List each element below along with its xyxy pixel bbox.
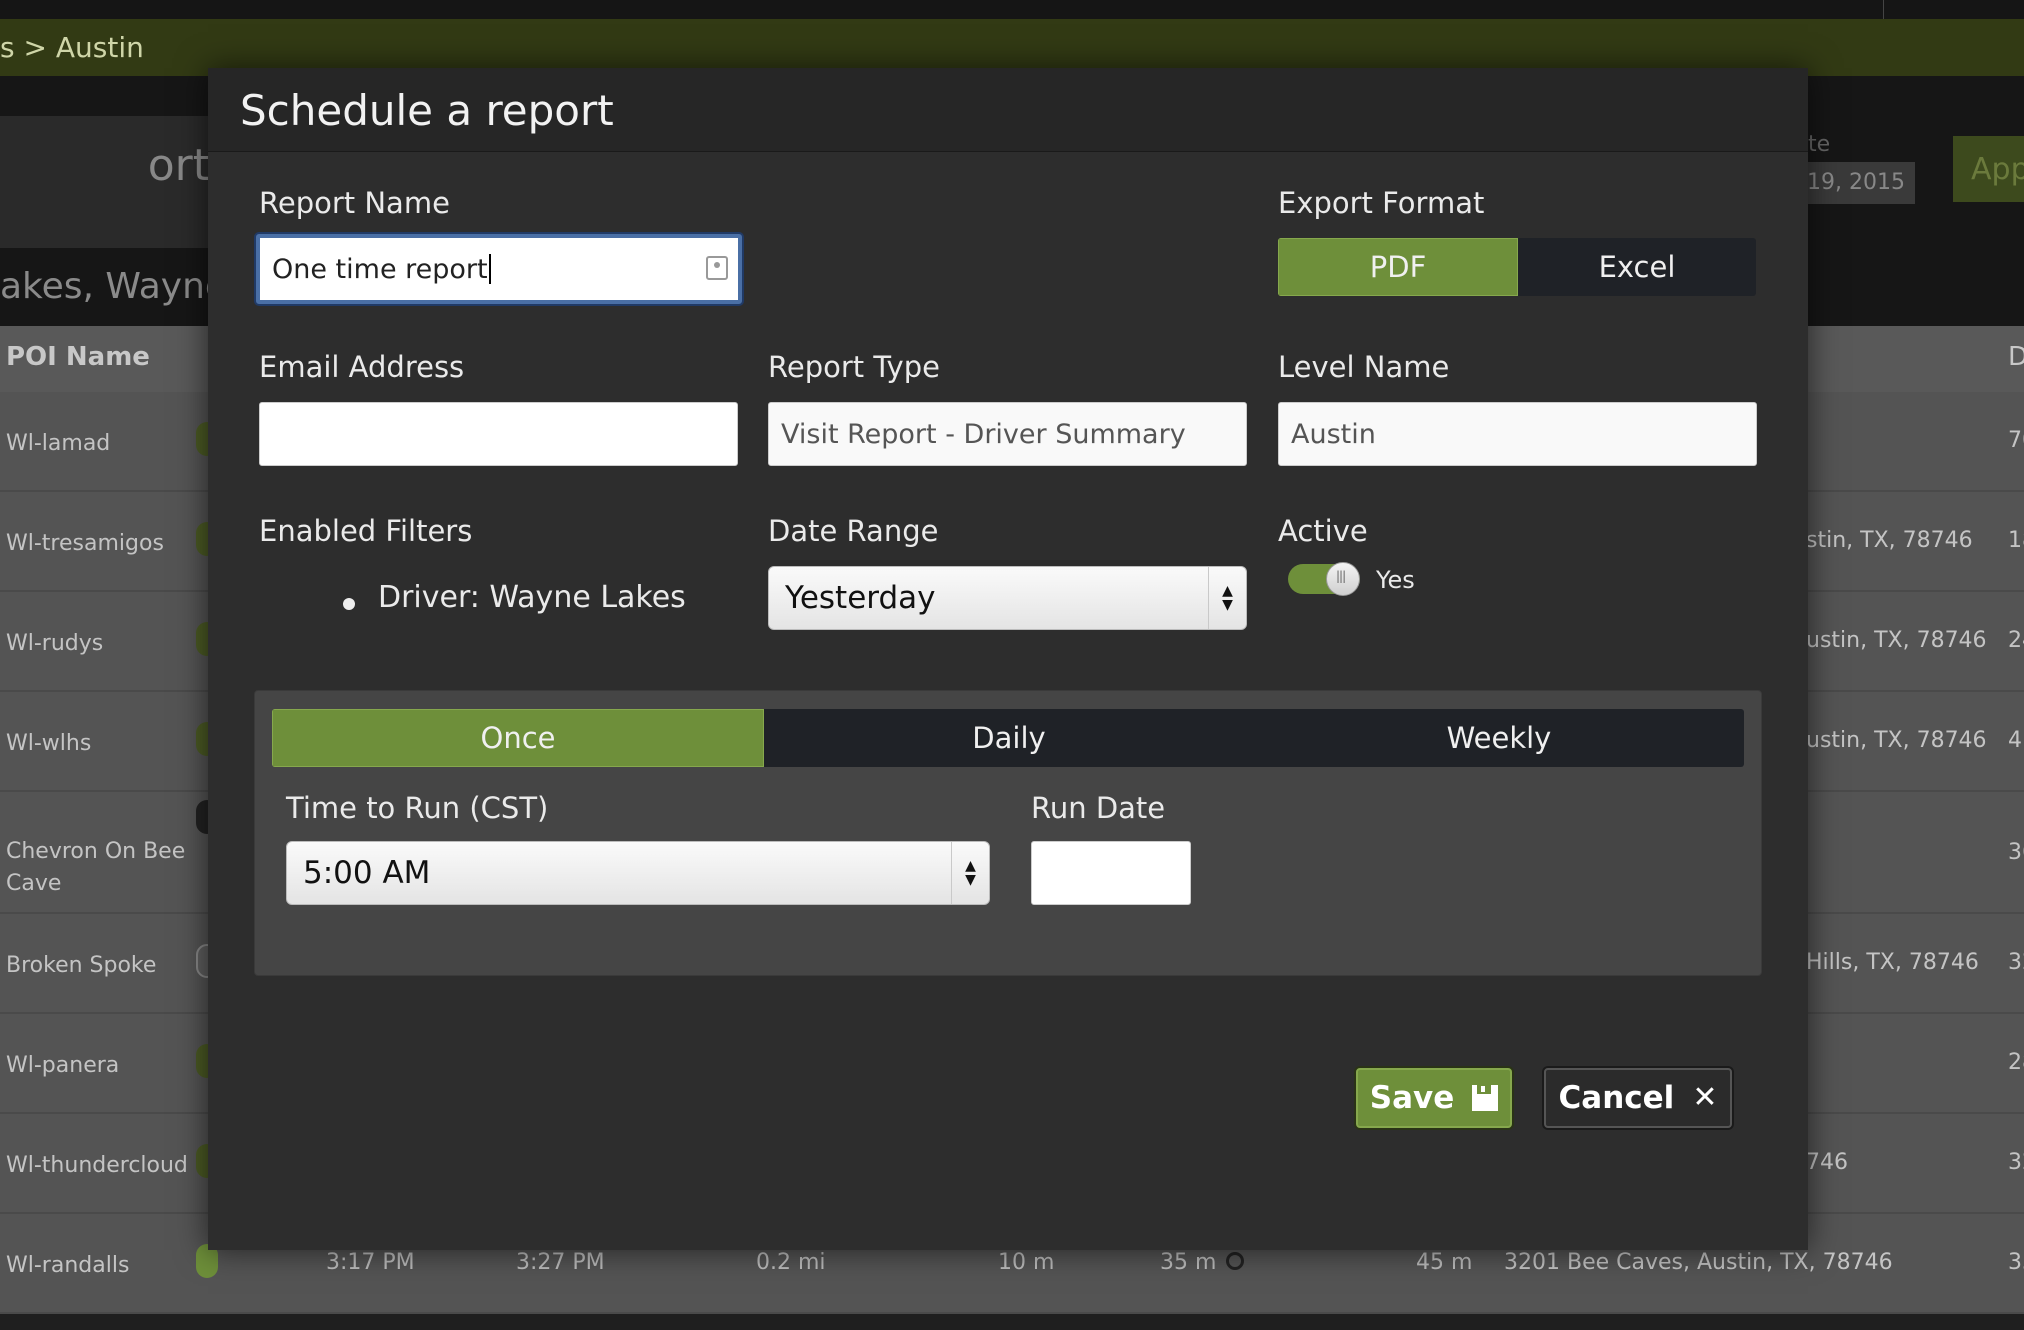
dialog-title: Schedule a report (240, 86, 614, 135)
stay-time: 45 m (1416, 1250, 1473, 1275)
poi-address: ustin, TX, 78746 (1806, 628, 1987, 653)
toggle-knob (1326, 562, 1360, 596)
active-value: Yes (1376, 566, 1415, 594)
poi-name: Broken Spoke (6, 953, 157, 978)
user-menu[interactable] (1883, 0, 1944, 19)
frequency-tabs: Once Daily Weekly (272, 709, 1744, 767)
column-header-poi-name[interactable]: POI Name (6, 342, 150, 372)
contact-card-icon[interactable] (706, 256, 728, 280)
row-value: 24 (2008, 628, 2024, 653)
date-range-select[interactable]: Yesterday ▲ ▼ (768, 566, 1247, 630)
apply-button[interactable]: App (1953, 136, 2024, 202)
time-to-run-label: Time to Run (CST) (286, 791, 549, 825)
save-label: Save (1369, 1080, 1455, 1116)
report-type-label: Report Type (768, 350, 940, 384)
poi-name: Wl-tresamigos (6, 531, 164, 556)
export-format-toggle: PDF Excel (1278, 238, 1756, 296)
select-arrows-icon: ▲ ▼ (951, 842, 989, 904)
poi-name: Wl-rudys (6, 631, 104, 656)
page-title-panel: ort (0, 116, 210, 250)
report-name-label: Report Name (259, 186, 450, 220)
email-address-label: Email Address (259, 350, 465, 384)
floppy-disk-icon (1472, 1085, 1499, 1111)
group-label: akes, Wayne (0, 266, 228, 307)
run-date-input[interactable] (1031, 841, 1191, 905)
row-value: 32 (2008, 950, 2024, 975)
status-dot-icon (1226, 1252, 1244, 1270)
row-value: 18 (2008, 528, 2024, 553)
tab-once[interactable]: Once (272, 709, 764, 767)
export-pdf-option[interactable]: PDF (1278, 238, 1518, 296)
email-address-input[interactable] (259, 402, 738, 466)
tab-weekly[interactable]: Weekly (1254, 709, 1744, 767)
level-name-label: Level Name (1278, 350, 1450, 384)
export-excel-option[interactable]: Excel (1518, 238, 1756, 296)
column-header-last[interactable]: D (2008, 342, 2024, 372)
page-title: ort (147, 140, 210, 191)
row-value: 41 (2008, 728, 2024, 753)
schedule-report-dialog: Schedule a report Report Name One time r… (208, 68, 1808, 1250)
text-cursor (488, 254, 491, 284)
arrive-time: 3:17 PM (326, 1250, 415, 1275)
date-input[interactable]: 19, 2015 (1795, 162, 1915, 204)
enabled-filters-label: Enabled Filters (259, 514, 473, 548)
tab-daily[interactable]: Daily (764, 709, 1254, 767)
row-value: 70 (2008, 428, 2024, 453)
duration: 10 m (998, 1250, 1055, 1275)
row-value: 33 (2008, 1250, 2024, 1275)
select-arrows-icon: ▲ ▼ (1208, 567, 1246, 629)
poi-address: 746 (1806, 1150, 1848, 1175)
export-format-label: Export Format (1278, 186, 1485, 220)
poi-address: ustin, TX, 78746 (1806, 728, 1987, 753)
poi-name: Wl-thundercloud (6, 1153, 188, 1178)
date-label: te (1808, 132, 1831, 157)
poi-name: Wl-randalls (6, 1253, 130, 1278)
run-date-label: Run Date (1031, 791, 1166, 825)
cancel-label: Cancel (1558, 1080, 1675, 1116)
close-icon: ✕ (1692, 1080, 1718, 1115)
distance: 0.2 mi (756, 1250, 826, 1275)
poi-address: Hills, TX, 78746 (1806, 950, 1979, 975)
depart-time: 3:27 PM (516, 1250, 605, 1275)
date-range-label: Date Range (768, 514, 939, 548)
time-to-run-select[interactable]: 5:00 AM ▲ ▼ (286, 841, 990, 905)
bullet-icon (343, 598, 355, 610)
total-time: 35 m (1160, 1250, 1217, 1275)
row-value: 32 (2008, 1150, 2024, 1175)
breadcrumb[interactable]: s > Austin (0, 31, 144, 64)
poi-address: stin, TX, 78746 (1806, 528, 1973, 553)
schedule-panel: Once Daily Weekly Time to Run (CST) 5:00… (254, 690, 1762, 976)
filter-item: Driver: Wayne Lakes (378, 580, 686, 615)
top-bar (0, 0, 2024, 19)
row-value: 36 (2008, 840, 2024, 865)
time-to-run-value: 5:00 AM (303, 855, 431, 891)
row-value: 28 (2008, 1050, 2024, 1075)
poi-address: 3201 Bee Caves, Austin, TX, 78746 (1504, 1250, 1893, 1275)
date-range-value: Yesterday (785, 580, 936, 616)
report-name-input[interactable]: One time report (256, 234, 742, 304)
level-name-field: Austin (1278, 402, 1757, 466)
report-name-value: One time report (272, 253, 488, 285)
poi-name: Wl-wlhs (6, 731, 92, 756)
poi-name: Wl-panera (6, 1053, 120, 1078)
active-label: Active (1278, 514, 1368, 548)
cancel-button[interactable]: Cancel ✕ (1544, 1068, 1732, 1128)
poi-name: Chevron On Bee Cave (6, 839, 186, 896)
active-toggle[interactable] (1288, 562, 1360, 596)
poi-name: Wl-lamad (6, 431, 111, 456)
report-type-field: Visit Report - Driver Summary (768, 402, 1247, 466)
save-button[interactable]: Save (1356, 1068, 1512, 1128)
dialog-header: Schedule a report (208, 68, 1808, 152)
